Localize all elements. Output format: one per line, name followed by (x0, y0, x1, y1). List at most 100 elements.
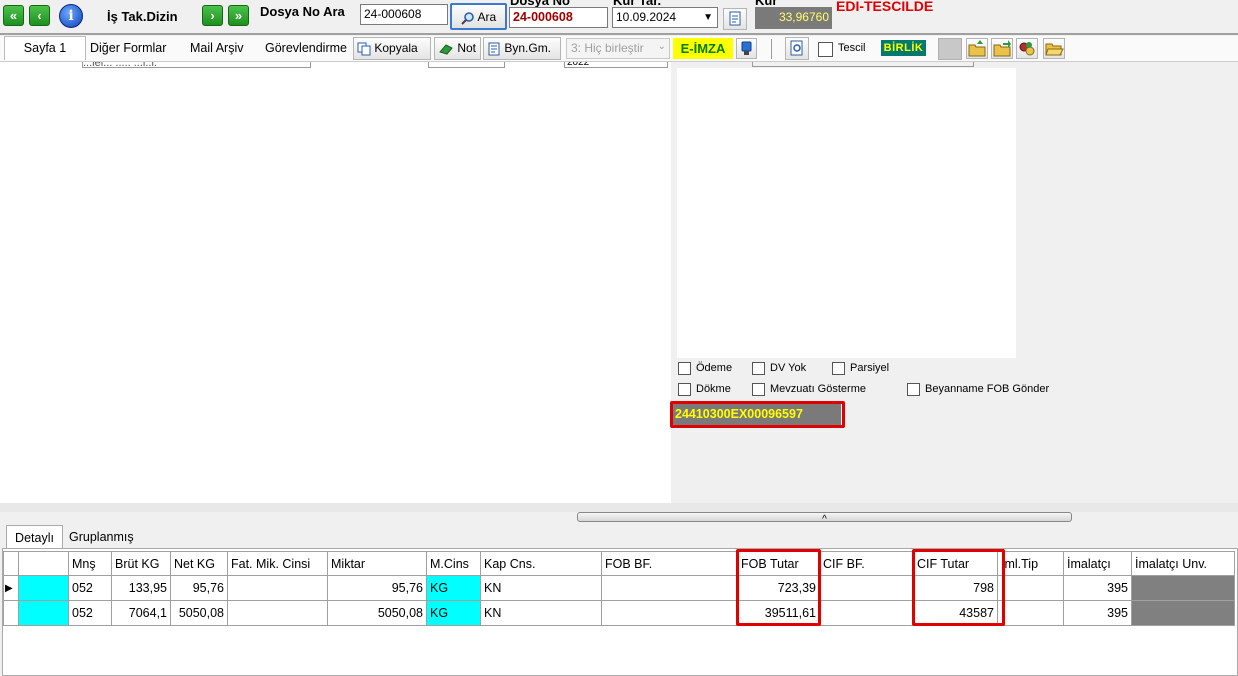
odeme-checkbox[interactable] (678, 362, 691, 375)
file-no-field[interactable]: 24-000608 (509, 7, 608, 28)
grid-cell-cif-bf[interactable] (819, 575, 914, 601)
grid-header-mns[interactable]: Mnş (68, 551, 112, 576)
birlik-button[interactable]: BİRLİK (881, 40, 926, 56)
grid-header-miktar[interactable]: Miktar (327, 551, 427, 576)
grid-cell-imalatci-unv[interactable] (1131, 575, 1235, 601)
fob-gonder-label: Beyanname FOB Gönder (925, 383, 1050, 395)
dv-yok-checkbox[interactable] (752, 362, 765, 375)
tab-diger-formlar[interactable]: Diğer Formlar (90, 38, 180, 58)
first-record-button[interactable]: « (3, 5, 24, 26)
magnifier-icon (461, 12, 474, 25)
grid-header-blank[interactable] (18, 551, 69, 576)
open-folder-button[interactable] (1043, 38, 1065, 59)
grid-header-fob-bf[interactable]: FOB BF. (601, 551, 738, 576)
grid-header-imalatci[interactable]: İmalatçı (1063, 551, 1132, 576)
notes-panel[interactable] (677, 68, 1016, 358)
grid-header-net[interactable]: Net KG (170, 551, 228, 576)
upload-folder-button[interactable] (966, 38, 988, 59)
grid-cell-blank[interactable] (18, 600, 69, 626)
grid-cell-mcins[interactable]: KG (426, 600, 481, 626)
tescil-checkbox[interactable] (818, 42, 833, 57)
splitter-handle[interactable]: ^ (577, 512, 1072, 525)
toolbar-divider (0, 33, 1238, 35)
preview-button[interactable] (785, 37, 809, 60)
grid-cell-fat-mik[interactable] (227, 600, 328, 626)
export-button[interactable] (1016, 38, 1038, 59)
note-button-label: Not (457, 41, 477, 55)
grid-cell-kap[interactable]: KN (480, 575, 602, 601)
search-button[interactable]: Ara (450, 3, 507, 30)
tab-detayli[interactable]: Detaylı (6, 525, 63, 549)
monitor-button[interactable] (736, 38, 757, 59)
dokme-checkbox[interactable] (678, 383, 691, 396)
grid-cell-fob-bf[interactable] (601, 600, 738, 626)
tab-mail-arsiv[interactable]: Mail Arşiv (190, 38, 260, 58)
blank-button[interactable] (938, 38, 962, 60)
grid-cell-imalatci[interactable]: 395 (1063, 600, 1132, 626)
grid-cell-imalatci-unv[interactable] (1131, 600, 1235, 626)
copy-button[interactable]: Kopyala (353, 37, 431, 60)
grid-cell-iml-tip[interactable] (997, 600, 1064, 626)
grid-cell-cif-bf[interactable] (819, 600, 914, 626)
grid-header-iml-tip[interactable]: İml.Tip (997, 551, 1064, 576)
document-icon (729, 11, 741, 26)
folder-open-icon (1045, 43, 1064, 56)
folder-arrow-icon (993, 40, 1011, 57)
tab-sayfa-1[interactable]: Sayfa 1 (4, 36, 86, 60)
open-folder-arrow-button[interactable] (991, 38, 1013, 59)
grid-header-kap[interactable]: Kap Cns. (480, 551, 602, 576)
grid-header-mcins[interactable]: M.Cins (426, 551, 481, 576)
items-grid: Mnş Brüt KG Net KG Fat. Mik. Cinsi Mikta… (3, 551, 1235, 626)
byn-gm-button-label: Byn.Gm. (504, 41, 552, 55)
grid-header-fat-mik[interactable]: Fat. Mik. Cinsi (227, 551, 328, 576)
grid-cell-blank[interactable] (18, 575, 69, 601)
tab-gruplanmis[interactable]: Gruplanmış (69, 530, 134, 544)
e-imza-button[interactable]: E-İMZA (673, 38, 733, 59)
copy-button-label: Kopyala (374, 41, 418, 55)
dv-yok-label: DV Yok (770, 362, 807, 374)
grid-cell-fob-bf[interactable] (601, 575, 738, 601)
tab-gorevlendirme[interactable]: Görevlendirme (265, 38, 351, 58)
grid-cell-miktar[interactable]: 95,76 (327, 575, 427, 601)
grid-cell-net[interactable]: 5050,08 (170, 600, 228, 626)
chevron-left-icon: ‹ (37, 8, 42, 23)
next-record-button[interactable]: › (202, 5, 223, 26)
note-button[interactable]: Not (434, 37, 481, 60)
rate-date-select[interactable]: 10.09.2024 ▼ (612, 7, 718, 28)
info-button[interactable]: i (59, 4, 83, 28)
page-title: İş Tak.Dizin (107, 9, 178, 24)
grid-cell-fat-mik[interactable] (227, 575, 328, 601)
grid-cell-mns[interactable]: 052 (68, 575, 112, 601)
row-indicator (3, 600, 19, 626)
grid-cell-brut[interactable]: 133,95 (111, 575, 171, 601)
previous-record-button[interactable]: ‹ (29, 5, 50, 26)
table-row[interactable]: 052 7064,1 5050,08 5050,08 KG KN 39511,6… (3, 600, 1235, 626)
grid-header-brut[interactable]: Brüt KG (111, 551, 171, 576)
note-icon (439, 44, 453, 55)
grid-header-row: Mnş Brüt KG Net KG Fat. Mik. Cinsi Mikta… (3, 551, 1235, 576)
grid-header-imalatci-unv[interactable]: İmalatçı Unv. (1131, 551, 1235, 576)
merge-select[interactable]: 3: Hiç birleştir ⌄ (566, 38, 670, 59)
byn-gm-button[interactable]: Byn.Gm. (483, 37, 561, 60)
parsiyel-checkbox[interactable] (832, 362, 845, 375)
row-indicator: ▶ (3, 575, 19, 601)
partial-field-mid (428, 62, 505, 68)
mevzuati-gosterme-checkbox[interactable] (752, 383, 765, 396)
grid-cell-mcins[interactable]: KG (426, 575, 481, 601)
grid-cell-mns[interactable]: 052 (68, 600, 112, 626)
merge-select-value: 3: Hiç birleştir (571, 41, 644, 55)
search-input[interactable]: 24-000608 (360, 4, 448, 25)
mevzuati-gosterme-label: Mevzuatı Gösterme (770, 383, 866, 395)
table-row[interactable]: ▶ 052 133,95 95,76 95,76 KG KN 723,39 79… (3, 575, 1235, 601)
chevron-down-icon: ⌄ (657, 41, 666, 52)
last-record-button[interactable]: » (228, 5, 249, 26)
grid-cell-brut[interactable]: 7064,1 (111, 600, 171, 626)
grid-cell-imalatci[interactable]: 395 (1063, 575, 1132, 601)
rate-document-button[interactable] (723, 8, 747, 30)
grid-cell-miktar[interactable]: 5050,08 (327, 600, 427, 626)
grid-cell-net[interactable]: 95,76 (170, 575, 228, 601)
fob-gonder-checkbox[interactable] (907, 383, 920, 396)
grid-cell-iml-tip[interactable] (997, 575, 1064, 601)
grid-header-cif-bf[interactable]: CIF BF. (819, 551, 914, 576)
grid-cell-kap[interactable]: KN (480, 600, 602, 626)
